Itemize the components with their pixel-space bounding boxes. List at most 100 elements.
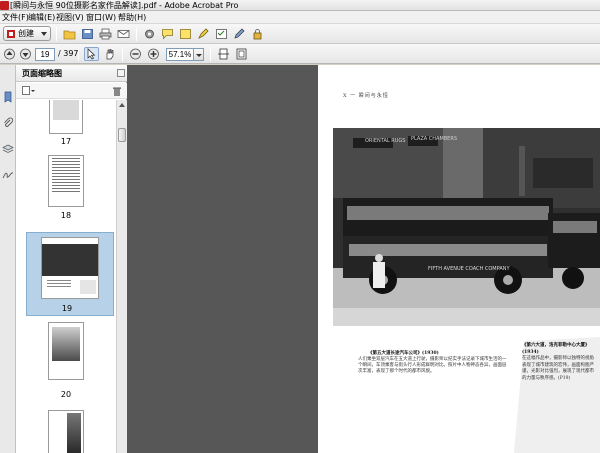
sticky-note-icon	[180, 29, 191, 39]
thumbnail-list: 17 18 19 20	[16, 100, 116, 453]
thumbnail-image	[48, 155, 84, 207]
create-button[interactable]: 创建	[3, 26, 51, 41]
create-label: 创建	[18, 29, 34, 38]
comment-icon	[162, 29, 173, 40]
folder-icon	[63, 30, 76, 40]
arrow-up-circle-icon	[4, 48, 15, 60]
menu-edit[interactable]: 编辑(E)	[28, 12, 55, 23]
thumbnail-page-21[interactable]	[16, 410, 116, 453]
comment-button[interactable]	[160, 27, 175, 41]
side-caption-title: 《第六大道，洛克菲勒中心大厦》(1934)	[522, 343, 590, 355]
page-number-input[interactable]	[35, 48, 55, 61]
review-button[interactable]	[214, 27, 229, 41]
thumbnail-page-18[interactable]: 18	[16, 155, 116, 221]
toolbar-divider	[136, 27, 137, 41]
create-icon	[7, 30, 15, 38]
thumbnail-image	[48, 410, 84, 453]
bus-photograph: ORIENTAL RUGS PLAZA CHAMBERS FIFTH AVENU…	[333, 128, 600, 326]
zoom-in-icon	[148, 48, 159, 60]
panel-toolbar	[16, 83, 127, 99]
scroll-up-icon[interactable]	[119, 103, 125, 107]
caption-body: 人们乘坐双层汽车在五大道上行驶，摄影师以纪实手法记录下城市生活的一个瞬间，车顶乘…	[358, 357, 507, 374]
side-caption-text: 《第六大道，洛克菲勒中心大厦》(1934) 在这幅作品中，摄影师以独特的视角表现…	[522, 343, 598, 382]
thumbnail-page-19[interactable]: 19	[26, 232, 114, 316]
window-title: [瞬间与永恒 90位摄影名家作品解读].pdf - Adobe Acrobat …	[10, 1, 239, 10]
bus-sign-top-right: PLAZA CHAMBERS	[411, 136, 457, 142]
zoom-dropdown-button[interactable]	[194, 48, 204, 61]
prev-page-button[interactable]	[2, 47, 17, 61]
toolbar-divider	[78, 47, 79, 61]
thumbnail-image	[49, 100, 83, 134]
save-button[interactable]	[80, 27, 95, 41]
navigation-pane-strip	[0, 65, 16, 453]
review-icon	[216, 29, 227, 39]
gear-icon	[145, 29, 154, 39]
page-total: / 397	[58, 49, 79, 58]
email-button[interactable]	[116, 27, 131, 41]
print-button[interactable]	[98, 27, 113, 41]
toolbar-divider	[56, 27, 57, 41]
side-caption-body: 在这幅作品中，摄影师以独特的视角表现了城市建筑的宏伟，画面构图严谨，光影对比强烈…	[522, 356, 594, 381]
thumbnail-page-17[interactable]: 17	[16, 100, 116, 148]
secure-button[interactable]	[250, 27, 265, 41]
bus-sign-top-left: ORIENTAL RUGS	[365, 138, 405, 144]
attachment-icon[interactable]	[2, 117, 14, 129]
thumbnail-label: 18	[60, 211, 72, 220]
signature-icon[interactable]	[2, 169, 14, 181]
hand-tool-button[interactable]	[102, 47, 117, 61]
acrobat-icon	[0, 1, 9, 10]
thumbnail-image	[48, 322, 84, 380]
sticky-note-button[interactable]	[178, 27, 193, 41]
menu-view[interactable]: 视图(V)	[56, 12, 84, 23]
menu-bar: 文件(F) 编辑(E) 视图(V) 窗口(W) 帮助(H)	[0, 11, 600, 24]
side-caption: 《第六大道，洛克菲勒中心大厦》(1934) 在这幅作品中，摄影师以独特的视角表现…	[514, 337, 600, 453]
hand-icon	[106, 49, 114, 60]
zoom-in-button[interactable]	[146, 47, 161, 61]
fit-page-button[interactable]	[234, 47, 249, 61]
sign-button[interactable]	[232, 27, 247, 41]
bookmark-icon[interactable]	[2, 91, 14, 103]
toolbar-divider	[210, 47, 211, 61]
menu-file[interactable]: 文件(F)	[2, 12, 29, 23]
fit-page-icon	[236, 48, 247, 60]
thumbnail-label: 17	[60, 137, 72, 146]
thumbnail-label: 20	[60, 390, 72, 399]
highlight-icon	[198, 28, 209, 39]
document-canvas-gutter	[127, 65, 318, 453]
fit-width-button[interactable]	[216, 47, 231, 61]
fit-width-icon	[218, 48, 229, 60]
open-button[interactable]	[62, 27, 77, 41]
panel-title: 页面缩略图	[22, 69, 62, 78]
thumbnail-page-20[interactable]: 20	[16, 322, 116, 402]
cursor-icon	[87, 48, 96, 60]
scrollbar-thumb[interactable]	[118, 128, 126, 142]
save-icon	[82, 29, 93, 39]
thumbnail-scrollbar[interactable]	[116, 100, 127, 453]
thumbnail-image	[41, 237, 99, 299]
select-tool-button[interactable]	[84, 47, 99, 61]
arrow-down-circle-icon	[20, 48, 31, 60]
zoom-out-button[interactable]	[128, 47, 143, 61]
options-menu-icon[interactable]	[22, 86, 36, 96]
highlight-button[interactable]	[196, 27, 211, 41]
layers-icon[interactable]	[2, 143, 14, 155]
print-icon	[99, 28, 112, 40]
navigation-toolbar: / 397	[0, 44, 600, 64]
page-thumbnails-panel: 页面缩略图 17 18 19 20	[16, 65, 127, 453]
menu-window[interactable]: 窗口(W)	[86, 12, 116, 23]
lock-icon	[253, 29, 262, 40]
panel-header: 页面缩略图	[16, 65, 127, 82]
toolbar-divider	[122, 47, 123, 61]
document-page[interactable]: X 一 瞬间与永恒 ORIENTAL RUGS PLAZA CHAMBERS F…	[318, 65, 600, 453]
menu-help[interactable]: 帮助(H)	[118, 12, 146, 23]
zoom-out-icon	[130, 48, 141, 60]
title-bar: [瞬间与永恒 90位摄影名家作品解读].pdf - Adobe Acrobat …	[0, 0, 600, 11]
zoom-input[interactable]	[166, 48, 194, 61]
thumbnail-label: 19	[61, 304, 73, 313]
collapse-panel-button[interactable]	[117, 69, 125, 77]
pen-icon	[234, 28, 245, 39]
chevron-down-icon	[41, 32, 47, 36]
settings-button[interactable]	[142, 27, 157, 41]
trash-icon[interactable]	[112, 86, 122, 96]
next-page-button[interactable]	[18, 47, 33, 61]
